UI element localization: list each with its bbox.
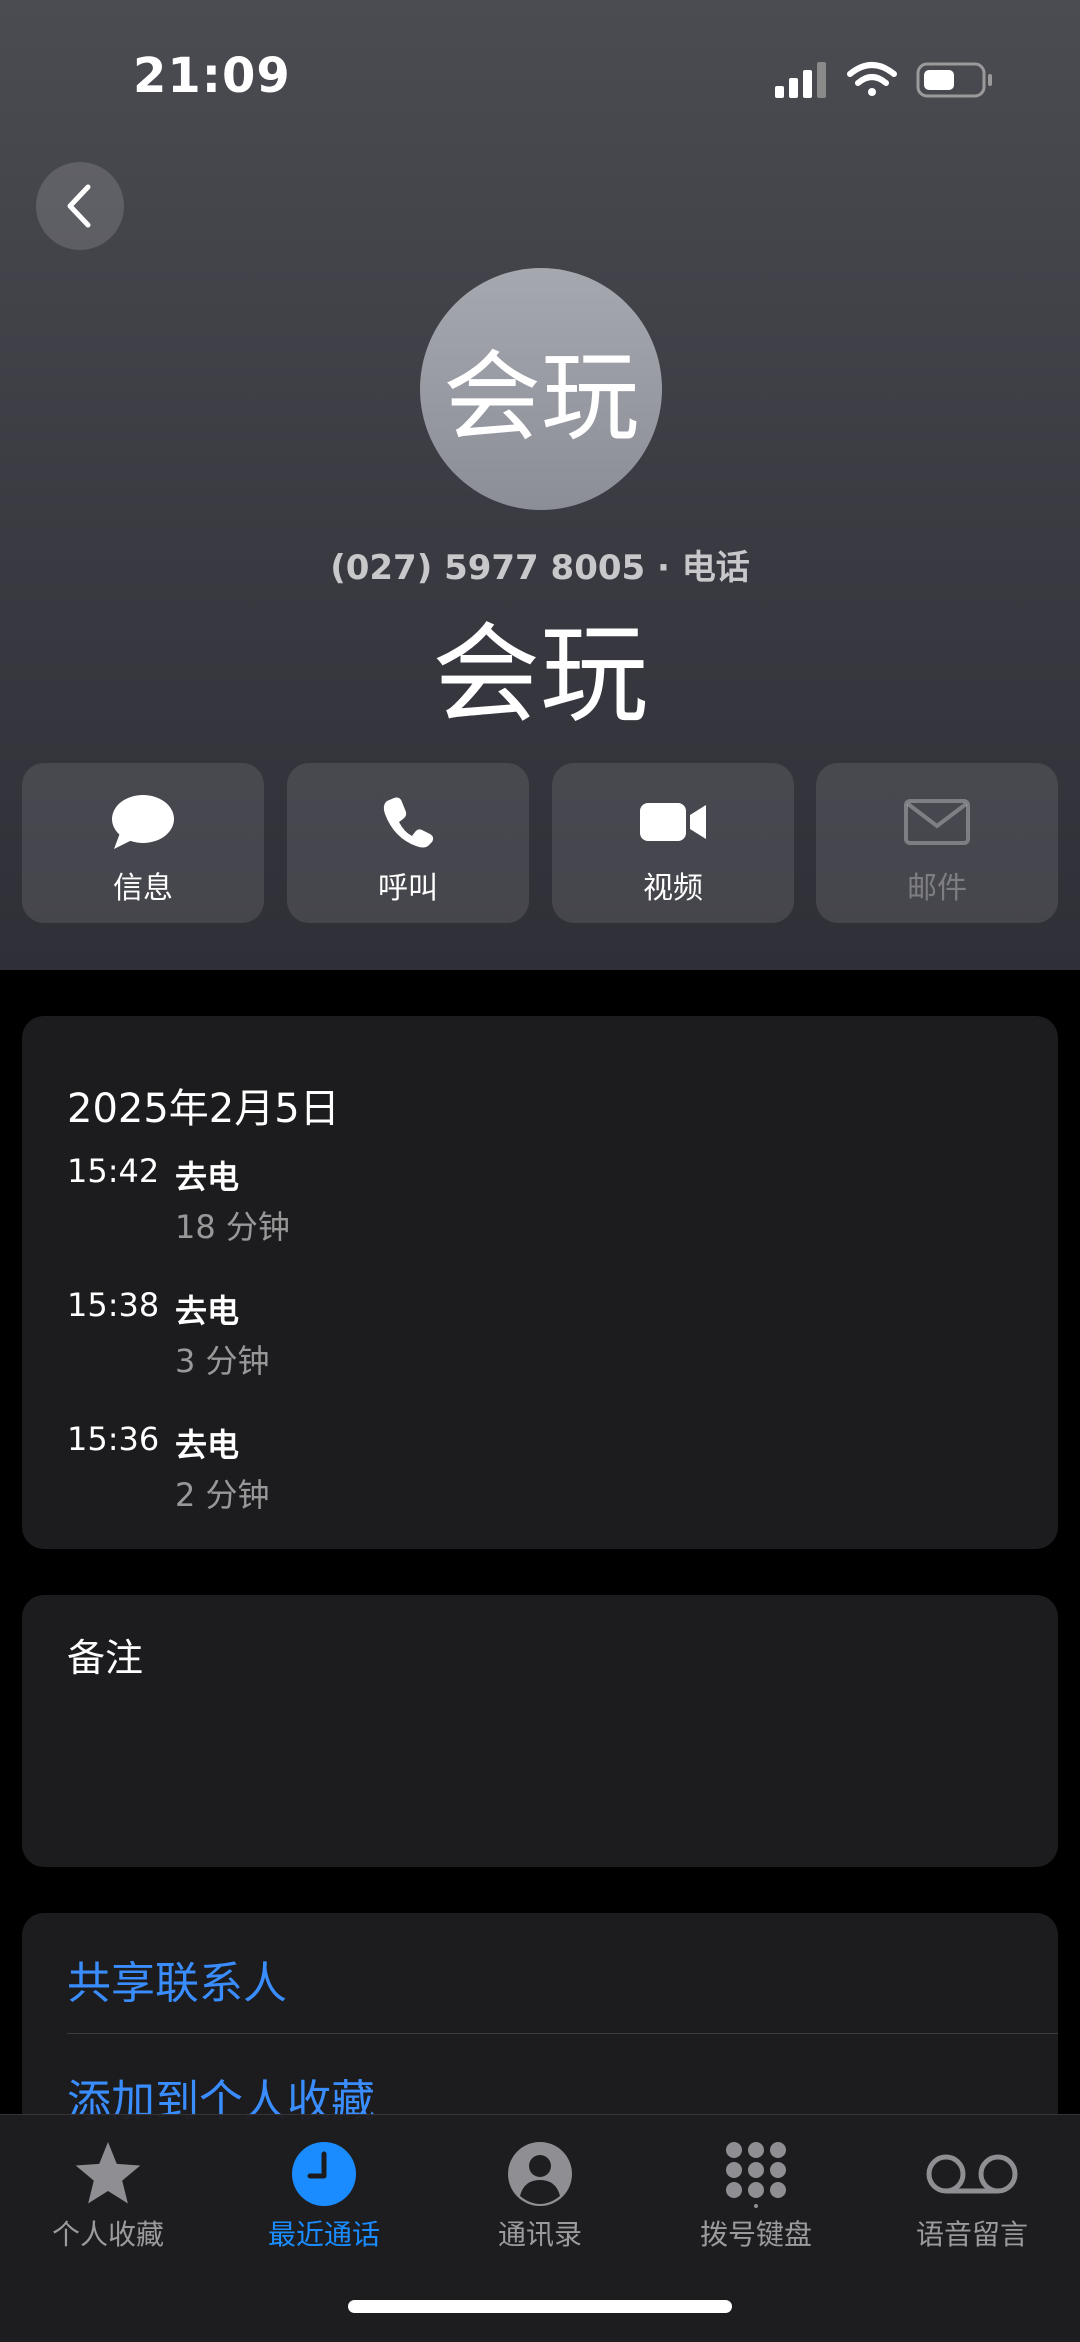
clock-icon — [292, 2142, 356, 2206]
video-label: 视频 — [643, 871, 703, 906]
mail-label: 邮件 — [907, 871, 967, 906]
chevron-left-icon — [67, 184, 91, 228]
battery-icon — [916, 62, 992, 98]
tab-label: 个人收藏 — [51, 2218, 164, 2251]
call-entry: 15:38 去电 3 分钟 — [67, 1286, 967, 1396]
keypad-icon — [726, 2142, 786, 2208]
tab-recents[interactable]: 最近通话 — [216, 2129, 432, 2259]
share-contact-link[interactable]: 共享联系人 — [67, 1947, 287, 2011]
call-duration: 3 分钟 — [175, 1342, 270, 1380]
voicemail-icon — [926, 2154, 1018, 2194]
star-icon — [75, 2142, 141, 2204]
notes-card[interactable]: 备注 — [22, 1595, 1058, 1867]
tab-label: 拨号键盘 — [699, 2218, 812, 2251]
video-button[interactable]: 视频 — [552, 763, 794, 923]
tab-contacts[interactable]: 通讯录 — [432, 2129, 648, 2259]
contact-phone: (027) 5977 8005 — [330, 548, 646, 588]
home-indicator[interactable] — [348, 2300, 732, 2313]
tab-keypad[interactable]: 拨号键盘 — [648, 2129, 864, 2259]
message-button[interactable]: 信息 — [22, 763, 264, 923]
cellular-signal-icon — [775, 62, 826, 98]
call-entry: 15:36 去电 2 分钟 — [67, 1420, 967, 1530]
call-label: 呼叫 — [378, 871, 438, 906]
tab-favorites[interactable]: 个人收藏 — [0, 2129, 216, 2259]
call-history-date: 2025年2月5日 — [67, 1086, 340, 1132]
message-label: 信息 — [113, 871, 173, 906]
back-button[interactable] — [36, 162, 124, 250]
call-type: 去电 — [175, 1426, 240, 1464]
contact-name: 会玩 — [431, 613, 648, 738]
call-duration: 2 分钟 — [175, 1476, 270, 1514]
call-history-card: 2025年2月5日 15:42 去电 18 分钟 15:38 去电 3 分钟 1… — [22, 1016, 1058, 1549]
call-type: 去电 — [175, 1158, 240, 1196]
call-time: 15:36 — [67, 1420, 160, 1458]
mail-button[interactable]: 邮件 — [816, 763, 1058, 923]
tab-voicemail[interactable]: 语音留言 — [864, 2129, 1080, 2259]
person-circle-icon — [508, 2142, 572, 2206]
divider — [67, 2033, 1058, 2034]
contact-phone-label: 电话 — [681, 548, 750, 588]
call-button[interactable]: 呼叫 — [287, 763, 529, 923]
contact-header: 21:09 会玩 (027) 5977 8005 · 电话 会玩 信息 呼叫 视… — [0, 0, 1080, 970]
status-icons — [775, 62, 992, 98]
status-time: 21:09 — [133, 48, 291, 104]
tab-label: 最近通话 — [267, 2218, 380, 2251]
action-buttons: 信息 呼叫 视频 邮件 — [22, 763, 1058, 923]
call-time: 15:38 — [67, 1286, 160, 1324]
wifi-icon — [847, 62, 897, 96]
notes-label: 备注 — [67, 1636, 144, 1680]
contact-subline[interactable]: (027) 5977 8005 · 电话 — [0, 540, 1080, 589]
subline-separator: · — [645, 548, 682, 588]
video-camera-icon — [640, 803, 706, 841]
call-type: 去电 — [175, 1292, 240, 1330]
tab-label: 通讯录 — [497, 2218, 582, 2251]
call-time: 15:42 — [67, 1152, 160, 1190]
phone-icon — [383, 797, 434, 848]
call-entry: 15:42 去电 18 分钟 — [67, 1152, 967, 1262]
tab-label: 语音留言 — [915, 2218, 1028, 2251]
message-bubble-icon — [112, 795, 174, 849]
contact-avatar: 会玩 — [420, 268, 662, 510]
envelope-icon — [904, 799, 970, 845]
call-duration: 18 分钟 — [175, 1208, 290, 1246]
